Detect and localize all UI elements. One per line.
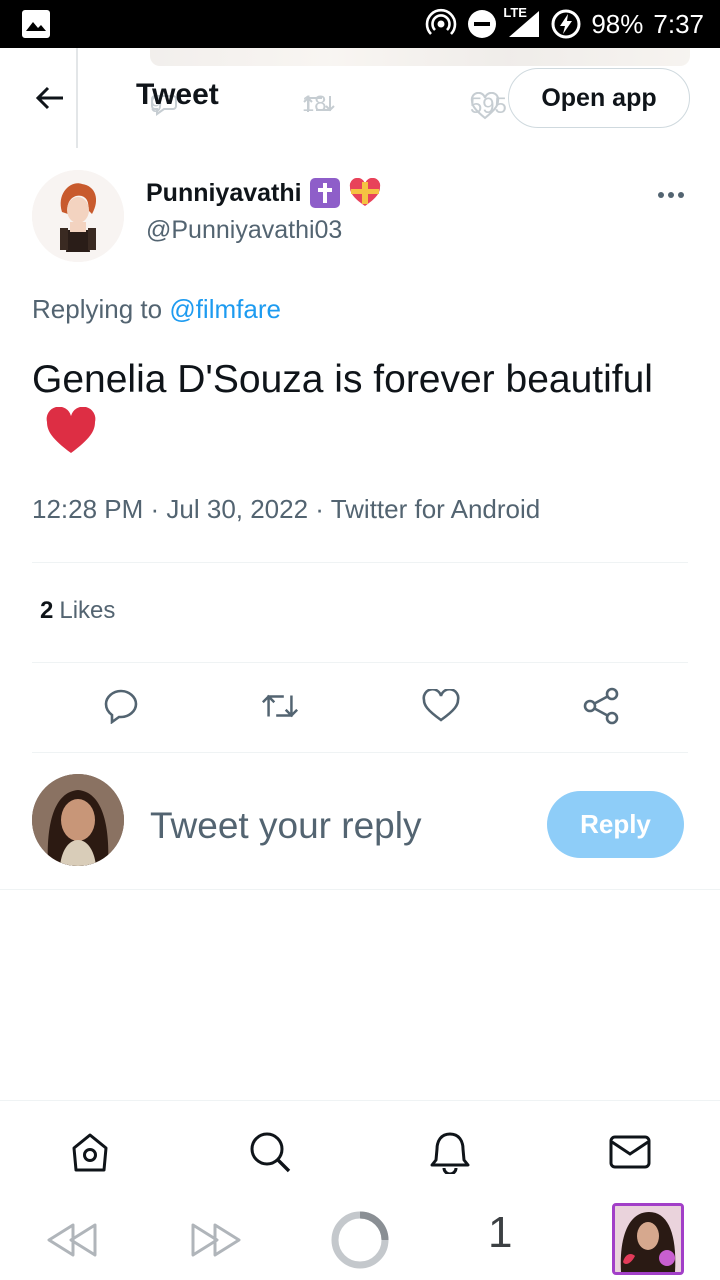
- messages-icon[interactable]: [608, 1130, 652, 1174]
- replying-prefix: Replying to: [32, 294, 163, 324]
- red-heart-emoji-icon: [44, 406, 98, 470]
- browser-home-icon[interactable]: [330, 1211, 390, 1269]
- browser-profile-avatar[interactable]: [612, 1203, 684, 1275]
- browser-back-icon[interactable]: [44, 1212, 100, 1268]
- divider: [32, 752, 688, 753]
- likes-summary[interactable]: 2 Likes: [40, 597, 115, 625]
- author-avatar[interactable]: [32, 170, 124, 262]
- heart-icon: [422, 689, 460, 722]
- tab-count[interactable]: 1: [488, 1208, 512, 1258]
- reply-icon: [104, 689, 138, 724]
- signal-icon: LTE: [503, 5, 541, 39]
- back-arrow-icon: [35, 86, 63, 110]
- tweet-timestamp: 12:28 PM · Jul 30, 2022 · Twitter for An…: [32, 494, 541, 524]
- retweet-button[interactable]: [260, 686, 300, 726]
- battery-charging-icon: [551, 9, 581, 39]
- author-name[interactable]: Punniyavathi: [146, 179, 302, 208]
- tweet-text: Genelia D'Souza is forever beautiful: [32, 358, 653, 401]
- hotspot-icon: [425, 8, 457, 40]
- page-title: Tweet: [136, 78, 219, 111]
- like-button[interactable]: [421, 686, 461, 726]
- likes-count: 2: [40, 597, 54, 624]
- gallery-icon: [22, 10, 50, 38]
- home-icon[interactable]: [68, 1130, 112, 1174]
- divider: [32, 662, 688, 663]
- reply-submit-button[interactable]: Reply: [547, 791, 684, 858]
- page-header: Tweet Open app: [0, 48, 720, 148]
- clock: 7:37: [653, 8, 704, 39]
- retweet-icon: [261, 694, 299, 718]
- reply-button[interactable]: [101, 686, 141, 726]
- likes-label: Likes: [59, 597, 116, 624]
- author-handle[interactable]: @Punniyavathi03: [146, 216, 342, 245]
- current-user-avatar[interactable]: [32, 774, 124, 866]
- back-button[interactable]: [30, 78, 70, 118]
- do-not-disturb-icon: [467, 9, 497, 39]
- share-icon: [583, 687, 619, 725]
- divider: [0, 889, 720, 890]
- status-bar: LTE 98% 7:37: [0, 0, 720, 48]
- browser-forward-icon[interactable]: [188, 1212, 244, 1268]
- reply-input[interactable]: [150, 800, 530, 852]
- open-app-button[interactable]: Open app: [508, 68, 690, 128]
- search-icon[interactable]: [248, 1130, 292, 1174]
- replying-to: Replying to @filmfare: [32, 294, 281, 325]
- replying-to-link[interactable]: @filmfare: [169, 294, 281, 324]
- battery-percent: 98%: [591, 8, 644, 39]
- divider: [32, 562, 688, 563]
- cross-emoji-icon: [309, 178, 340, 208]
- author-name-row[interactable]: Punniyavathi: [146, 178, 382, 208]
- network-type: LTE: [503, 5, 527, 20]
- heart-ribbon-icon: [348, 178, 382, 208]
- bottom-nav-divider: [0, 1100, 720, 1101]
- more-options-icon[interactable]: [654, 182, 688, 208]
- share-button[interactable]: [581, 686, 621, 726]
- tweet-body: Genelia D'Souza is forever beautiful: [32, 352, 682, 470]
- notifications-icon[interactable]: [428, 1130, 472, 1174]
